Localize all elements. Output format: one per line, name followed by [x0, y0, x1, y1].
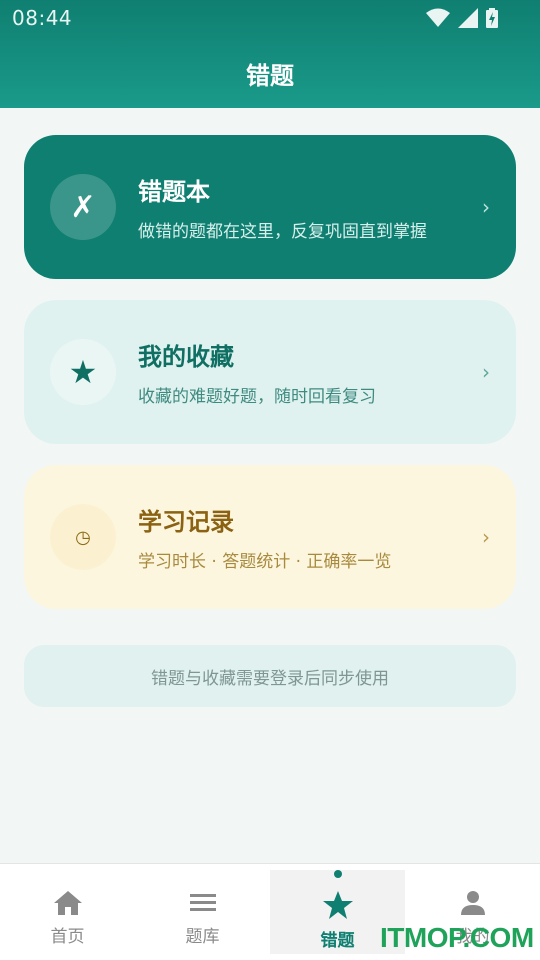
study-record-card[interactable]: ◷ 学习记录 学习时长 · 答题统计 · 正确率一览 ›	[24, 465, 516, 609]
status-bar: 08:44	[0, 0, 540, 36]
card-text: 错题本 做错的题都在这里，反复巩固直到掌握	[138, 172, 476, 242]
favorites-card[interactable]: ★ 我的收藏 收藏的难题好题，随时回看复习 ›	[24, 300, 516, 444]
nav-question-bank[interactable]: 题库	[135, 864, 270, 960]
chevron-right-icon: ›	[482, 360, 490, 384]
watermark-logo: ITMOP.COM	[380, 922, 534, 953]
nav-home[interactable]: 首页	[0, 864, 135, 960]
chevron-right-icon: ›	[482, 195, 490, 219]
nav-label: 题库	[185, 927, 220, 947]
active-indicator-dot	[333, 870, 342, 878]
card-title: 我的收藏	[138, 343, 234, 371]
card-title: 学习记录	[138, 508, 234, 536]
menu-icon	[189, 894, 216, 911]
nav-label: 首页	[50, 927, 85, 947]
card-subtitle: 做错的题都在这里，反复巩固直到掌握	[138, 222, 427, 242]
card-text: 学习记录 学习时长 · 答题统计 · 正确率一览	[138, 502, 476, 572]
cross-icon: ✗	[50, 174, 116, 240]
app-header: 08:44 错题	[0, 0, 540, 108]
status-time: 08:44	[12, 6, 73, 30]
battery-icon	[486, 8, 498, 28]
card-subtitle: 学习时长 · 答题统计 · 正确率一览	[138, 552, 392, 572]
nav-label: 错题	[320, 931, 355, 951]
home-icon	[53, 891, 82, 915]
star-icon	[322, 891, 353, 919]
card-subtitle: 收藏的难题好题，随时回看复习	[138, 387, 376, 407]
login-notice: 错题与收藏需要登录后同步使用	[24, 645, 516, 707]
card-text: 我的收藏 收藏的难题好题，随时回看复习	[138, 337, 476, 407]
status-icons	[426, 8, 498, 28]
signal-icon	[458, 8, 478, 28]
clock-icon: ◷	[50, 504, 116, 570]
person-icon	[460, 891, 485, 915]
wifi-icon	[426, 8, 450, 27]
mistake-book-card[interactable]: ✗ 错题本 做错的题都在这里，反复巩固直到掌握 ›	[24, 135, 516, 279]
star-icon: ★	[50, 339, 116, 405]
page-title: 错题	[246, 62, 294, 90]
card-title: 错题本	[138, 178, 210, 206]
chevron-right-icon: ›	[482, 525, 490, 549]
